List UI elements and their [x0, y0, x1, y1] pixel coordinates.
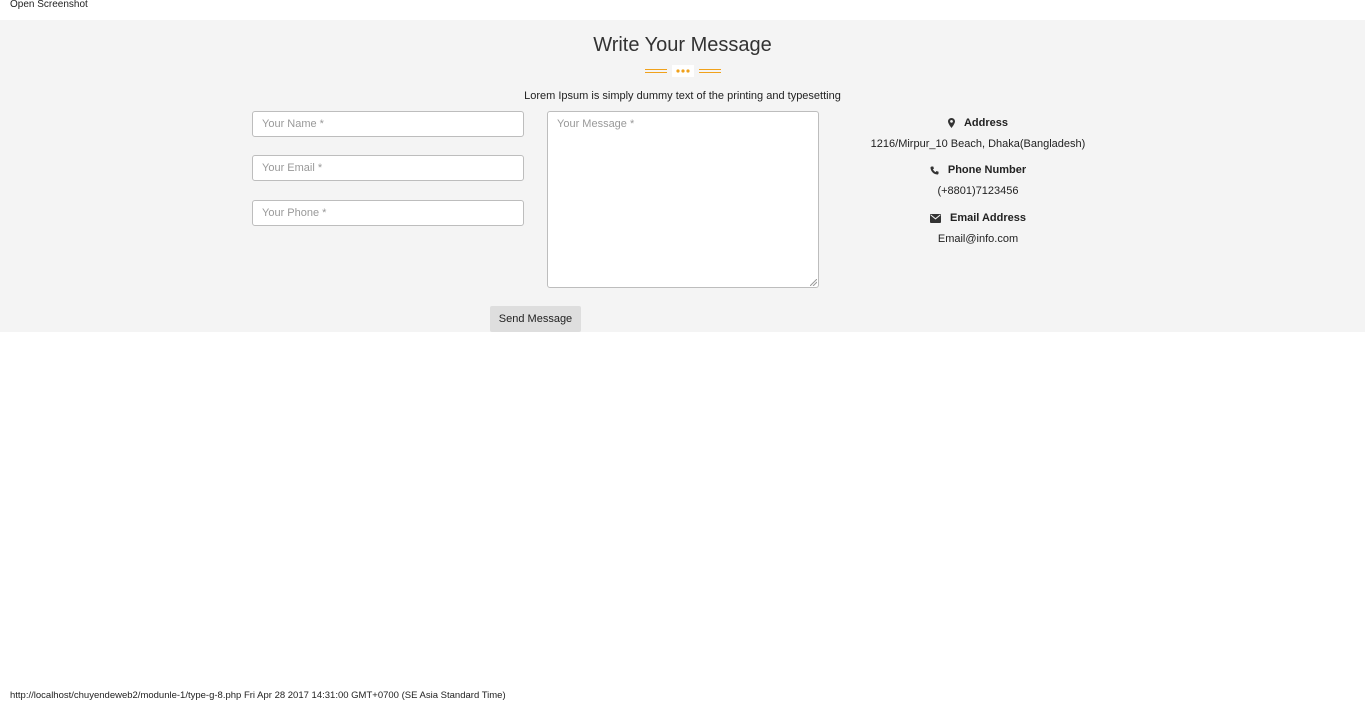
phone-icon [930, 165, 939, 175]
name-input[interactable]: Your Name * [252, 111, 524, 137]
phone-heading: Phone Number [930, 163, 1026, 177]
map-marker-icon [947, 118, 955, 128]
contact-section: Write Your Message Lorem Ipsum is simply… [0, 20, 1365, 332]
email-placeholder: Your Email * [262, 162, 323, 174]
phone-label: Phone Number [947, 164, 1027, 176]
page-title: Write Your Message [593, 34, 772, 56]
phone-block: Phone Number (+8801)7123456 [838, 163, 1118, 198]
address-block: Address 1216/Mirpur_10 Beach, Dhaka(Bang… [838, 116, 1118, 151]
phone-placeholder: Your Phone * [262, 207, 327, 219]
address-heading: Address [947, 116, 1009, 130]
email-value: Email@info.com [937, 232, 1019, 245]
phone-input[interactable]: Your Phone * [252, 200, 524, 226]
name-placeholder: Your Name * [262, 118, 324, 130]
open-screenshot-label: Open Screenshot [10, 0, 88, 10]
page-url-footer: http://localhost/chuyendeweb2/modunle-1/… [10, 690, 506, 701]
email-heading: Email Address [929, 211, 1026, 225]
address-label: Address [963, 117, 1009, 129]
email-label: Email Address [949, 212, 1026, 224]
email-block: Email Address Email@info.com [838, 211, 1118, 246]
send-message-button[interactable]: Send Message [490, 306, 581, 332]
message-textarea[interactable]: Your Message * [547, 111, 819, 288]
phone-value: (+8801)7123456 [937, 184, 1019, 197]
resize-handle-icon[interactable] [810, 279, 817, 286]
address-value: 1216/Mirpur_10 Beach, Dhaka(Bangladesh) [870, 138, 1086, 150]
title-divider [645, 65, 721, 77]
envelope-icon [929, 213, 941, 223]
message-placeholder: Your Message * [557, 118, 635, 130]
email-input[interactable]: Your Email * [252, 155, 524, 181]
section-subtitle: Lorem Ipsum is simply dummy text of the … [524, 90, 841, 102]
